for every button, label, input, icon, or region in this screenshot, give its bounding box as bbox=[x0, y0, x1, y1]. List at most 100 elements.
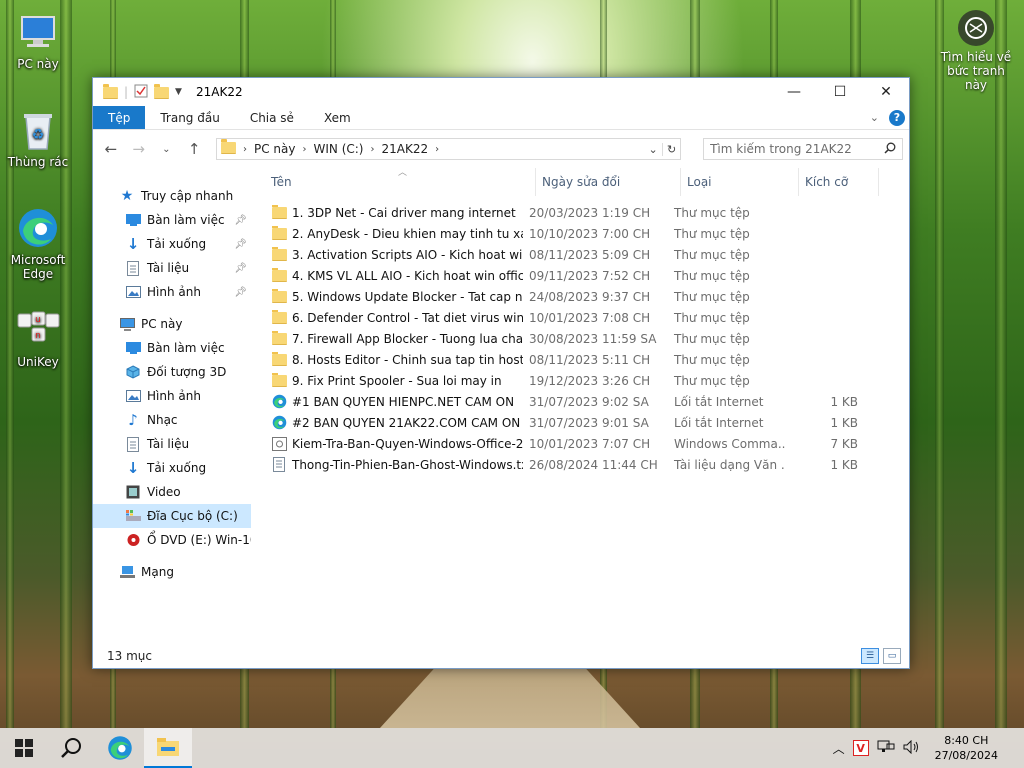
breadcrumb-folder[interactable]: 21AK22 bbox=[381, 142, 428, 156]
text-file-icon bbox=[271, 457, 287, 473]
computer-icon bbox=[16, 10, 60, 54]
file-type: Tài liệu dạng Văn ... bbox=[674, 457, 786, 472]
column-type[interactable]: Loại bbox=[681, 168, 799, 196]
sidebar-item-pictures[interactable]: Hình ảnh 📌︎ bbox=[93, 280, 251, 304]
recycle-bin-icon: ♻ bbox=[16, 108, 60, 152]
file-row[interactable]: 3. Activation Scripts AIO - Kich hoat wi… bbox=[251, 244, 909, 265]
recent-locations-button[interactable]: ⌄ bbox=[155, 137, 179, 161]
desktop-icon-this-pc[interactable]: PC này bbox=[0, 10, 76, 71]
file-row[interactable]: #2 BAN QUYEN 21AK22.COM CAM ON 31/07/2023… bbox=[251, 412, 909, 433]
forward-button[interactable]: → bbox=[127, 137, 151, 161]
file-row[interactable]: #1 BAN QUYEN HIENPC.NET CAM ON 31/07/2023… bbox=[251, 391, 909, 412]
address-dropdown-icon[interactable]: ⌄ bbox=[644, 143, 662, 156]
file-type: Lối tắt Internet bbox=[674, 415, 764, 430]
file-row[interactable]: 5. Windows Update Blocker - Tat cap nhat… bbox=[251, 286, 909, 307]
title-bar[interactable]: | ▼ 21AK22 — ☐ ✕ bbox=[93, 78, 909, 106]
column-date-modified[interactable]: Ngày sửa đổi bbox=[536, 168, 681, 196]
close-button[interactable]: ✕ bbox=[863, 78, 909, 106]
qat-dropdown-icon[interactable]: ▼ bbox=[175, 87, 182, 97]
sidebar-item-dvd-drive[interactable]: Ổ DVD (E:) Win-10-I bbox=[93, 528, 251, 552]
file-name: 7. Firewall App Blocker - Tuong lua chan… bbox=[292, 331, 523, 346]
sidebar-item-pc-desktop[interactable]: Bàn làm việc bbox=[93, 336, 251, 360]
file-type: Thư mục tệp bbox=[674, 205, 750, 220]
large-icons-view-button[interactable]: ▭ bbox=[883, 648, 901, 664]
chevron-right-icon: › bbox=[302, 143, 307, 155]
tab-file[interactable]: Tệp bbox=[93, 106, 146, 129]
system-tray: ︿ V 8:40 CH 27/08/2024 bbox=[833, 728, 1024, 768]
file-row[interactable]: Kiem-Tra-Ban-Quyen-Windows-Office-21A...… bbox=[251, 433, 909, 454]
chevron-right-icon: › bbox=[435, 143, 440, 155]
sidebar-item-this-pc[interactable]: PC này bbox=[93, 312, 251, 336]
search-button[interactable] bbox=[48, 728, 96, 768]
file-row[interactable]: 4. KMS VL ALL AIO - Kich hoat win office… bbox=[251, 265, 909, 286]
show-hidden-icons-icon[interactable]: ︿ bbox=[833, 740, 845, 757]
desktop-icon-recycle-bin[interactable]: ♻ Thùng rác bbox=[0, 108, 76, 169]
volume-icon[interactable] bbox=[903, 739, 921, 757]
sidebar-item-desktop[interactable]: Bàn làm việc 📌︎ bbox=[93, 208, 251, 232]
sidebar-item-quick-access[interactable]: ★ Truy cập nhanh bbox=[93, 184, 251, 208]
details-view-button[interactable]: ☰ bbox=[861, 648, 879, 664]
picture-icon bbox=[125, 388, 141, 404]
tab-home[interactable]: Trang đầu bbox=[145, 106, 234, 129]
file-row[interactable]: 2. AnyDesk - Dieu khien may tinh tu xa 10… bbox=[251, 223, 909, 244]
file-type: Thư mục tệp bbox=[674, 310, 750, 325]
help-icon[interactable]: ? bbox=[889, 109, 905, 126]
refresh-icon[interactable]: ↻ bbox=[662, 142, 680, 156]
start-button[interactable] bbox=[0, 728, 48, 768]
network-icon[interactable] bbox=[877, 740, 895, 757]
folder-icon bbox=[271, 351, 287, 368]
unikey-tray-icon[interactable]: V bbox=[852, 740, 869, 756]
tab-view[interactable]: Xem bbox=[309, 106, 366, 129]
file-date: 10/01/2023 7:08 CH bbox=[529, 310, 651, 325]
sidebar-item-videos[interactable]: Video bbox=[93, 480, 251, 504]
sort-ascending-icon: ︿ bbox=[398, 168, 408, 178]
unikey-icon: un bbox=[16, 308, 60, 352]
file-row[interactable]: 8. Hosts Editor - Chinh sua tap tin host… bbox=[251, 349, 909, 370]
properties-icon[interactable] bbox=[134, 84, 148, 101]
pin-icon: 📌︎ bbox=[234, 214, 247, 226]
taskbar-file-explorer[interactable] bbox=[144, 728, 192, 768]
desktop-icon-unikey[interactable]: un UniKey bbox=[0, 308, 76, 369]
status-bar: 13 mục ☰ ▭ bbox=[93, 644, 909, 668]
sidebar-item-pc-documents[interactable]: Tài liệu bbox=[93, 432, 251, 456]
expand-ribbon-icon[interactable]: ⌄ bbox=[870, 111, 879, 124]
file-type: Thư mục tệp bbox=[674, 226, 750, 241]
breadcrumb-this-pc[interactable]: PC này bbox=[254, 142, 296, 156]
clock[interactable]: 8:40 CH 27/08/2024 bbox=[929, 733, 1004, 763]
file-row[interactable]: Thong-Tin-Phien-Ban-Ghost-Windows.txt 26/… bbox=[251, 454, 909, 475]
breadcrumb-drive-c[interactable]: WIN (C:) bbox=[314, 142, 364, 156]
sidebar-item-pc-pictures[interactable]: Hình ảnh bbox=[93, 384, 251, 408]
sidebar-item-local-disk[interactable]: Đĩa Cục bộ (C:) bbox=[93, 504, 251, 528]
file-row[interactable]: 6. Defender Control - Tat diet virus win… bbox=[251, 307, 909, 328]
taskbar-edge[interactable] bbox=[96, 728, 144, 768]
column-name[interactable]: Tên bbox=[251, 168, 536, 196]
desktop-icon-edge[interactable]: Microsoft Edge bbox=[0, 206, 76, 281]
maximize-button[interactable]: ☐ bbox=[817, 78, 863, 106]
sidebar-item-downloads[interactable]: ↓ Tải xuống 📌︎ bbox=[93, 232, 251, 256]
sidebar-item-music[interactable]: ♪ Nhạc bbox=[93, 408, 251, 432]
column-size[interactable]: Kích cỡ bbox=[799, 168, 879, 196]
cmd-file-icon bbox=[271, 436, 287, 452]
tab-share[interactable]: Chia sẻ bbox=[235, 106, 309, 129]
drive-icon bbox=[125, 508, 141, 524]
file-row[interactable]: 1. 3DP Net - Cai driver mang internet 20/… bbox=[251, 202, 909, 223]
file-type: Windows Comma... bbox=[674, 436, 786, 451]
search-input[interactable]: Tìm kiếm trong 21AK22 bbox=[703, 138, 904, 160]
up-button[interactable]: ↑ bbox=[182, 137, 206, 161]
sidebar-item-documents[interactable]: Tài liệu 📌︎ bbox=[93, 256, 251, 280]
file-date: 08/11/2023 5:09 CH bbox=[529, 247, 651, 262]
back-button[interactable]: ← bbox=[99, 137, 123, 161]
file-row[interactable]: 7. Firewall App Blocker - Tuong lua chan… bbox=[251, 328, 909, 349]
learn-about-picture[interactable]: Tìm hiểu về bức tranh này bbox=[936, 10, 1016, 92]
file-date: 26/08/2024 11:44 CH bbox=[529, 457, 658, 472]
sidebar-item-3d-objects[interactable]: Đối tượng 3D bbox=[93, 360, 251, 384]
folder-icon bbox=[271, 288, 287, 305]
sidebar-item-pc-downloads[interactable]: ↓ Tải xuống bbox=[93, 456, 251, 480]
address-bar[interactable]: › PC này › WIN (C:) › 21AK22 › ⌄ ↻ bbox=[216, 138, 682, 160]
new-folder-icon[interactable] bbox=[154, 83, 170, 102]
sidebar-item-network[interactable]: Mạng bbox=[93, 560, 251, 584]
file-row[interactable]: 9. Fix Print Spooler - Sua loi may in 19/… bbox=[251, 370, 909, 391]
minimize-button[interactable]: — bbox=[771, 78, 817, 106]
file-date: 20/03/2023 1:19 CH bbox=[529, 205, 651, 220]
file-name: 3. Activation Scripts AIO - Kich hoat wi… bbox=[292, 247, 523, 262]
